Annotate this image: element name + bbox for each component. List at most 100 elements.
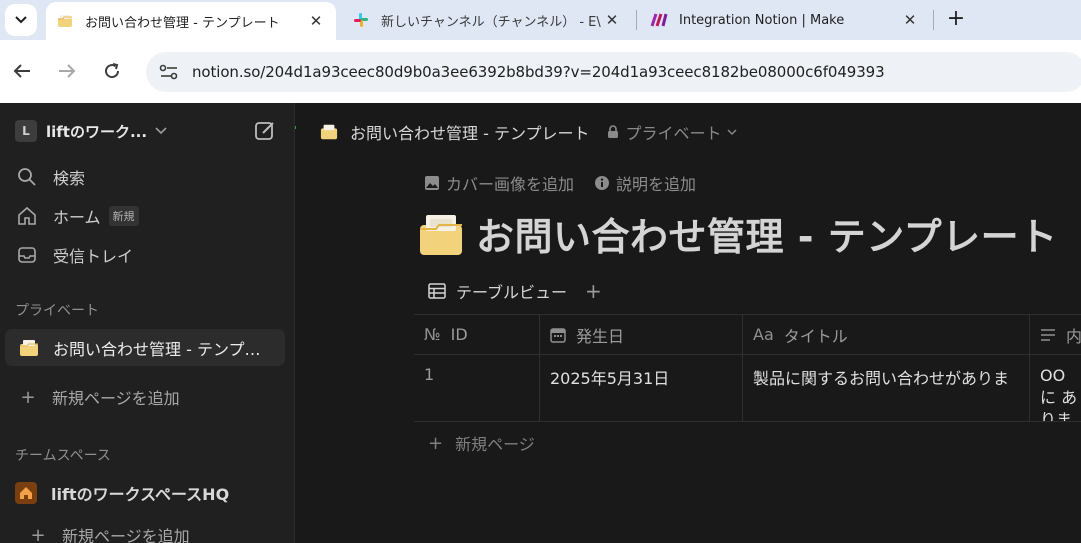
tab-search-menu-button[interactable] bbox=[5, 4, 37, 36]
team-add-page-button[interactable]: + 新規ページを追加 bbox=[30, 522, 190, 543]
add-description-label: 説明を追加 bbox=[616, 175, 697, 194]
tab-notion-active[interactable]: お問い合わせ管理 - テンプレート ✕ bbox=[46, 2, 336, 40]
close-icon[interactable]: ✕ bbox=[900, 11, 920, 29]
section-private: プライベート bbox=[15, 303, 99, 319]
info-icon bbox=[595, 176, 610, 190]
cell-content[interactable]: OOに ありま bbox=[1030, 355, 1081, 421]
make-icon bbox=[650, 11, 668, 29]
teamspace-label: liftのワークスペースHQ bbox=[51, 485, 230, 504]
column-header-content[interactable]: 内 bbox=[1030, 315, 1081, 354]
sidebar-item-search[interactable]: 検索 bbox=[15, 163, 85, 191]
page-title-text: お問い合わせ管理 - テンプレート bbox=[476, 215, 1058, 259]
column-label: ID bbox=[450, 325, 468, 344]
inbox-icon bbox=[15, 243, 39, 267]
add-page-button[interactable]: + 新規ページを追加 bbox=[20, 384, 180, 410]
column-header-title[interactable]: Aa タイトル bbox=[743, 315, 1030, 354]
chevron-down-icon bbox=[155, 127, 167, 135]
close-icon[interactable]: ✕ bbox=[306, 12, 326, 30]
new-page-row-button[interactable]: + 新規ページ bbox=[428, 431, 535, 455]
tab-separator bbox=[933, 10, 934, 30]
workspace-avatar: L bbox=[15, 120, 37, 142]
tab-make[interactable]: Integration Notion | Make ✕ bbox=[640, 0, 930, 40]
view-tabs: テーブルビュー + bbox=[428, 279, 602, 303]
tab-slack[interactable]: 新しいチャンネル（チャンネル） - E\ ✕ bbox=[342, 0, 632, 40]
plus-icon: + bbox=[428, 432, 444, 454]
slack-icon bbox=[352, 11, 370, 29]
close-icon[interactable]: ✕ bbox=[602, 11, 622, 29]
sidebar-item-label: 検索 bbox=[53, 169, 86, 188]
folder-icon bbox=[420, 214, 462, 255]
arrow-right-icon bbox=[59, 64, 76, 78]
new-tab-button[interactable]: + bbox=[944, 6, 968, 34]
sidebar-item-home[interactable]: ホーム 新規 bbox=[15, 202, 139, 230]
column-label: 内 bbox=[1066, 326, 1081, 346]
add-page-label: 新規ページを追加 bbox=[52, 389, 180, 408]
text-icon: Aa bbox=[753, 325, 774, 344]
sidebar-item-label: ホーム bbox=[53, 208, 101, 227]
image-icon bbox=[425, 176, 439, 190]
breadcrumb: お問い合わせ管理 - テンプレート プライベート bbox=[320, 120, 737, 144]
notion-folder-icon bbox=[56, 12, 74, 30]
chevron-down-icon bbox=[727, 129, 737, 135]
workspace-switcher[interactable]: L liftのワーク... bbox=[15, 120, 167, 142]
url-text[interactable]: notion.so/204d1a93ceec80d9b0a3ee6392b8bd… bbox=[192, 63, 885, 81]
number-icon: № bbox=[424, 325, 441, 344]
reload-button[interactable] bbox=[99, 58, 125, 84]
breadcrumb-page[interactable]: お問い合わせ管理 - テンプレート bbox=[350, 120, 589, 144]
add-cover-label: カバー画像を追加 bbox=[446, 175, 575, 194]
arrow-left-icon bbox=[13, 64, 30, 78]
lock-icon bbox=[608, 125, 619, 138]
sidebar: L liftのワーク... 検索 ホーム 新規 受信トレイ プライベート お問い… bbox=[0, 103, 295, 543]
sidebar-item-teamspace[interactable]: liftのワークスペースHQ bbox=[15, 479, 229, 507]
cell-title[interactable]: 製品に関するお問い合わせがありま bbox=[743, 355, 1030, 421]
view-tab-table[interactable]: テーブルビュー bbox=[456, 279, 567, 303]
table-icon bbox=[428, 283, 446, 299]
tab-title: Integration Notion | Make bbox=[679, 12, 845, 28]
cell-id[interactable]: 1 bbox=[414, 355, 540, 421]
sidebar-item-inbox[interactable]: 受信トレイ bbox=[15, 241, 133, 269]
column-header-date[interactable]: 発生日 bbox=[540, 315, 743, 354]
main-content: お問い合わせ管理 - テンプレート プライベート カバー画像を追加 説明を追加 … bbox=[296, 103, 1081, 543]
add-cover-button[interactable]: カバー画像を追加 bbox=[424, 171, 574, 195]
lines-icon bbox=[1040, 328, 1056, 342]
browser-toolbar: notion.so/204d1a93ceec80d9b0a3ee6392b8bd… bbox=[0, 40, 1081, 129]
privacy-menu[interactable]: プライベート bbox=[607, 120, 737, 144]
page-actions: カバー画像を追加 説明を追加 bbox=[424, 171, 716, 195]
home-icon bbox=[15, 204, 39, 228]
tab-title: お問い合わせ管理 - テンプレート bbox=[85, 15, 280, 31]
sidebar-item-label: 受信トレイ bbox=[53, 247, 134, 266]
address-bar[interactable]: notion.so/204d1a93ceec80d9b0a3ee6392b8bd… bbox=[146, 52, 1081, 92]
new-page-compose-icon[interactable] bbox=[254, 120, 276, 142]
table-row[interactable]: 1 2025年5月31日 製品に関するお問い合わせがありま OOに ありま bbox=[414, 354, 1081, 422]
column-label: 発生日 bbox=[576, 326, 625, 346]
sidebar-page-label: お問い合わせ管理 - テンプレート bbox=[53, 339, 275, 359]
column-header-id[interactable]: № ID bbox=[414, 315, 540, 354]
section-teamspace: チームスペース bbox=[15, 448, 111, 464]
calendar-icon bbox=[550, 327, 566, 343]
tab-title: 新しいチャンネル（チャンネル） - E\ bbox=[381, 14, 601, 30]
house-icon bbox=[15, 482, 37, 504]
sidebar-page-inquiry-template[interactable]: お問い合わせ管理 - テンプレート bbox=[5, 329, 285, 366]
chevron-down-icon bbox=[15, 16, 27, 24]
page-title[interactable]: お問い合わせ管理 - テンプレート bbox=[418, 206, 1058, 261]
table-header: № ID 発生日 Aa タイトル 内 bbox=[414, 314, 1081, 354]
new-row-label: 新規ページ bbox=[455, 435, 535, 454]
back-button[interactable] bbox=[9, 58, 35, 84]
cell-content-text: OOに ありま bbox=[1040, 366, 1078, 421]
column-label: タイトル bbox=[783, 326, 848, 346]
reload-icon bbox=[105, 63, 120, 79]
new-badge: 新規 bbox=[108, 206, 139, 226]
tab-separator bbox=[636, 10, 637, 30]
folder-icon bbox=[20, 339, 38, 356]
add-page-label: 新規ページを追加 bbox=[62, 527, 190, 543]
forward-button[interactable] bbox=[54, 58, 80, 84]
workspace-name: liftのワーク... bbox=[46, 122, 148, 141]
site-settings-icon[interactable] bbox=[158, 62, 180, 82]
cell-date[interactable]: 2025年5月31日 bbox=[540, 355, 743, 421]
add-view-button[interactable]: + bbox=[585, 279, 602, 303]
browser-tab-strip: お問い合わせ管理 - テンプレート ✕ 新しいチャンネル（チャンネル） - E\… bbox=[0, 0, 1081, 40]
plus-icon: + bbox=[30, 524, 46, 543]
privacy-label: プライベート bbox=[625, 124, 722, 143]
search-icon bbox=[15, 165, 39, 189]
add-description-button[interactable]: 説明を追加 bbox=[594, 171, 696, 195]
